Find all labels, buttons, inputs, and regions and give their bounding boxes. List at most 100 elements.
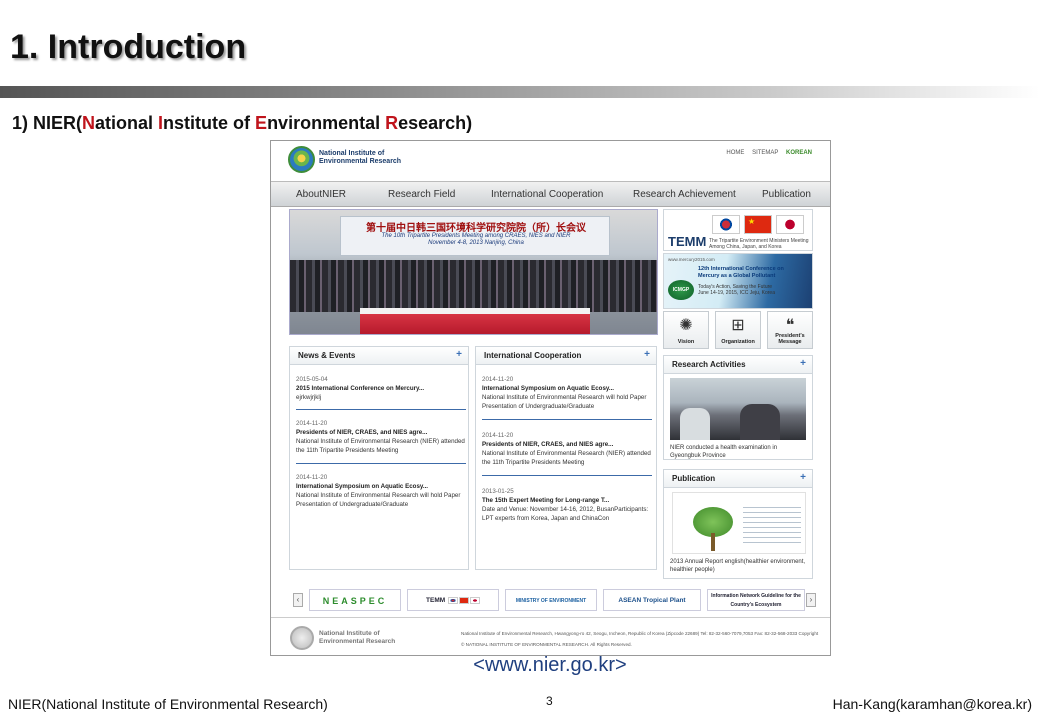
home-link[interactable]: HOME (726, 150, 744, 156)
subtitle-initial: E (255, 113, 268, 133)
partner-logos-bar: ‹ NEASPEC TEMM MINISTRY OF ENVIRONMENT A… (289, 589, 816, 611)
cooperation-item[interactable]: 2013-01-25 The 15th Expert Meeting for L… (482, 487, 652, 523)
subtitle-part: nvironmental (267, 113, 386, 133)
footer-organization: NIER(National Institute of Environmental… (8, 696, 328, 712)
publication-caption[interactable]: 2013 Annual Report english(healthier env… (670, 558, 806, 574)
banner-table-cloth (360, 308, 590, 314)
publication-title: Publication (672, 474, 716, 483)
site-footer: National Institute of Environmental Rese… (271, 617, 830, 655)
quick-link-presidents-message[interactable]: ❝ President's Message (767, 311, 813, 349)
research-activities-panel: Research Activities + NIER conducted a h… (663, 355, 813, 460)
site-header: National Institute of Environmental Rese… (271, 141, 830, 181)
site-name[interactable]: National Institute of Environmental Rese… (319, 150, 429, 166)
partner-information-network[interactable]: Information Network Guideline for the Co… (707, 589, 805, 611)
website-url[interactable]: <www.nier.go.kr> (0, 654, 1040, 677)
news-panel: News & Events + 2015-05-04 2015 Internat… (289, 346, 469, 570)
news-date: 2014-11-20 (296, 474, 328, 481)
page-number: 3 (546, 694, 553, 708)
cooperation-body: National Institute of Environmental Rese… (482, 394, 647, 410)
annual-report-cover[interactable] (672, 492, 806, 554)
quick-link-label: President's Message (775, 333, 805, 345)
cooperation-body: National Institute of Environmental Rese… (482, 450, 651, 466)
report-text-lines (743, 503, 801, 543)
cooperation-body: Date and Venue: November 14-16, 2012, Bu… (482, 506, 649, 522)
title-divider (0, 86, 1040, 98)
subtitle-initial: R (385, 113, 399, 133)
main-banner[interactable]: 第十届中日韩三国环境科学研究院院（所）长会议 The 10th Triparti… (289, 209, 658, 335)
organization-icon: ⊞ (731, 317, 745, 334)
publication-more-icon[interactable]: + (800, 472, 806, 483)
subtitle-part: ational (95, 113, 159, 133)
cooperation-item[interactable]: 2014-11-20 International Symposium on Aq… (482, 375, 652, 411)
news-item[interactable]: 2014-11-20 Presidents of NIER, CRAES, an… (296, 419, 466, 455)
news-item[interactable]: 2014-11-20 International Symposium on Aq… (296, 473, 466, 509)
mercury-date: June 14-19, 2015, ICC Jeju, Korea (698, 290, 775, 296)
cooperation-title: International Cooperation (484, 351, 582, 360)
china-flag-icon (458, 596, 469, 604)
cooperation-more-icon[interactable]: + (644, 349, 650, 360)
temm-description: The Tripartite Environment Ministers Mee… (709, 238, 809, 250)
news-title: News & Events (298, 351, 356, 360)
cooperation-date: 2014-11-20 (482, 376, 514, 383)
partner-ministry[interactable]: MINISTRY OF ENVIRONMENT (505, 589, 597, 611)
cooperation-divider (482, 475, 652, 476)
nav-research-achievement[interactable]: Research Achievement (633, 189, 736, 200)
cooperation-divider (482, 419, 652, 420)
cooperation-headline[interactable]: Presidents of NIER, CRAES, and NIES agre… (482, 440, 652, 449)
banner-meeting-name: The 10th Tripartite Presidents Meeting a… (381, 233, 571, 239)
publication-panel: Publication + 2013 Annual Report english… (663, 469, 813, 579)
partners-prev-button[interactable]: ‹ (293, 593, 303, 607)
slide: 1. Introduction 1) NIER(National Institu… (0, 0, 1040, 720)
vision-icon: ✺ (679, 317, 693, 334)
website-screenshot: National Institute of Environmental Rese… (270, 140, 831, 656)
research-more-icon[interactable]: + (800, 358, 806, 369)
footer-contact-info: National Institute of Environmental Rese… (461, 631, 819, 647)
utility-nav: HOME SITEMAP KOREAN (720, 150, 812, 156)
news-headline[interactable]: 2015 International Conference on Mercury… (296, 384, 466, 393)
news-headline[interactable]: Presidents of NIER, CRAES, and NIES agre… (296, 428, 466, 437)
partner-temm[interactable]: TEMM (407, 589, 499, 611)
icmgp-badge: ICMGP (668, 280, 694, 300)
news-divider (296, 463, 466, 464)
nier-logo-icon[interactable] (288, 146, 315, 173)
temm-banner[interactable]: TEMM The Tripartite Environment Minister… (663, 209, 813, 251)
korea-flag-icon (712, 215, 740, 234)
partner-neaspec[interactable]: NEASPEC (309, 589, 401, 611)
quick-link-organization[interactable]: ⊞ Organization (715, 311, 761, 349)
sitemap-link[interactable]: SITEMAP (752, 150, 778, 156)
cooperation-headline[interactable]: The 15th Expert Meeting for Long-range T… (482, 496, 652, 505)
research-photo[interactable] (670, 378, 806, 440)
news-item[interactable]: 2015-05-04 2015 International Conference… (296, 375, 466, 402)
mercury-title: 12th International Conference on Mercury… (698, 266, 784, 279)
quick-link-vision[interactable]: ✺ Vision (663, 311, 709, 349)
nav-research-field[interactable]: Research Field (388, 189, 455, 200)
main-nav: AboutNIER Research Field International C… (271, 181, 830, 207)
footer-site-name: National Institute of Environmental Rese… (319, 630, 396, 645)
banner-chinese-title: 第十届中日韩三国环境科学研究院院（所）长会议 (366, 223, 586, 234)
nav-international-cooperation[interactable]: International Cooperation (491, 189, 603, 200)
quick-link-label: Organization (721, 339, 755, 345)
japan-flag-icon (469, 596, 480, 604)
cooperation-item[interactable]: 2014-11-20 Presidents of NIER, CRAES, an… (482, 431, 652, 467)
mercury-url: www.mercury2015.com (668, 257, 715, 262)
cooperation-date: 2014-11-20 (482, 432, 514, 439)
news-body: National Institute of Environmental Rese… (296, 438, 465, 454)
slide-title: 1. Introduction (10, 28, 247, 66)
nav-publication[interactable]: Publication (762, 189, 811, 200)
news-date: 2014-11-20 (296, 420, 328, 427)
news-more-icon[interactable]: + (456, 349, 462, 360)
cooperation-headline[interactable]: International Symposium on Aquatic Ecosy… (482, 384, 652, 393)
temm-logo: TEMM (668, 234, 707, 249)
banner-sign: 第十届中日韩三国环境科学研究院院（所）长会议 The 10th Triparti… (340, 216, 610, 256)
banner-english-title: The 10th Tripartite Presidents Meeting a… (341, 233, 611, 247)
research-panel-header: Research Activities + (664, 356, 812, 374)
partner-asean[interactable]: ASEAN Tropical Plant Database (603, 589, 701, 611)
partners-next-button[interactable]: › (806, 593, 816, 607)
news-headline[interactable]: International Symposium on Aquatic Ecosy… (296, 482, 466, 491)
slide-subtitle: 1) NIER(National Institute of Environmen… (12, 113, 472, 134)
korean-link[interactable]: KOREAN (786, 150, 812, 156)
nav-about[interactable]: AboutNIER (296, 189, 346, 200)
mercury-conference-banner[interactable]: www.mercury2015.com ICMGP 12th Internati… (663, 253, 813, 309)
banner-date: November 4-8, 2013 Nanjing, China (428, 240, 524, 246)
research-caption[interactable]: NIER conducted a health examination in G… (670, 444, 806, 459)
